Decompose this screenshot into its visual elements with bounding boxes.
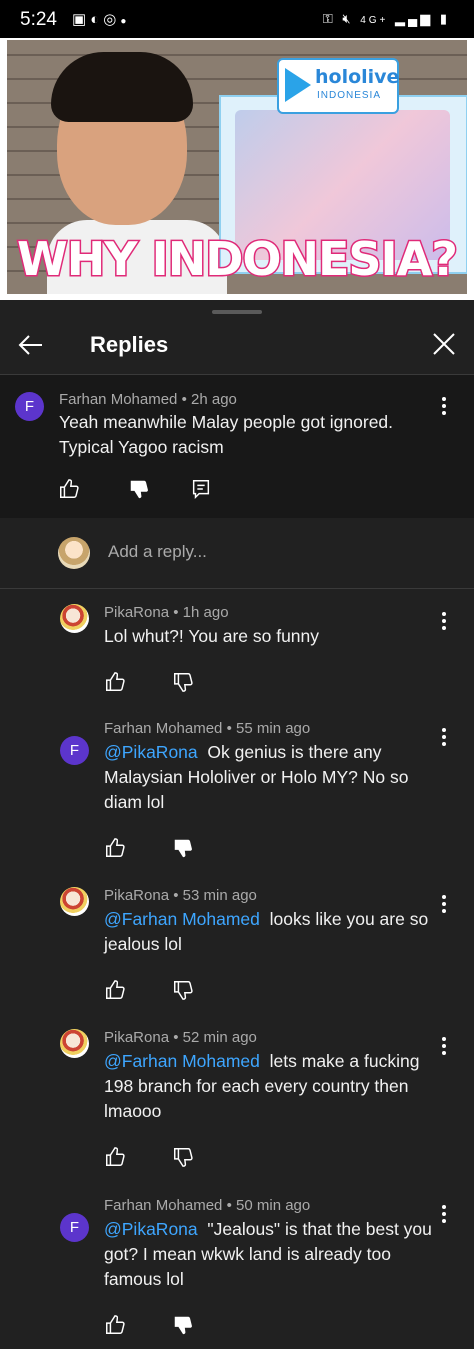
add-reply-input[interactable]: Add a reply... <box>108 542 207 562</box>
play-triangle-icon <box>285 68 311 102</box>
more-options-icon[interactable] <box>442 397 446 418</box>
avatar[interactable] <box>60 887 89 916</box>
like-icon[interactable] <box>104 671 126 693</box>
video-headline: WHY INDONESIA? <box>16 231 460 288</box>
like-icon[interactable] <box>104 1146 126 1168</box>
key-icon: ⚿ <box>322 11 336 26</box>
more-options-icon[interactable] <box>442 1037 446 1058</box>
gallery-icon: ▣ <box>72 11 91 28</box>
parent-comment: F Farhan Mohamed • 2h ago Yeah meanwhile… <box>0 375 474 518</box>
reply-icon[interactable] <box>190 478 212 500</box>
comment-meta: Farhan Mohamed • 55 min ago <box>104 720 310 737</box>
dislike-icon[interactable] <box>128 478 150 500</box>
dislike-icon[interactable] <box>172 979 194 1001</box>
more-options-icon[interactable] <box>442 612 446 633</box>
dislike-icon[interactable] <box>172 671 194 693</box>
mention-link[interactable]: @Farhan Mohamed <box>104 909 260 929</box>
dot-icon: ● <box>120 16 131 27</box>
status-time: 5:24 <box>20 9 57 30</box>
avatar[interactable]: F <box>60 1213 89 1242</box>
comment-author[interactable]: Farhan Mohamed <box>59 391 177 408</box>
meta-separator: • <box>173 1029 179 1046</box>
more-options-icon[interactable] <box>442 895 446 916</box>
status-bar: 5:24 ▣◐◎● ⚿ 🔇︎ 4G+ ▂▄▆ ▮ <box>0 0 474 38</box>
back-arrow-icon[interactable] <box>16 330 46 360</box>
comment-author[interactable]: Farhan Mohamed <box>104 720 222 737</box>
person-hair <box>51 52 193 122</box>
meta-separator: • <box>173 887 179 904</box>
meta-separator: • <box>173 604 179 621</box>
dislike-icon[interactable] <box>172 837 194 859</box>
avatar[interactable]: F <box>60 736 89 765</box>
cloud-icon: ◎ <box>103 11 121 28</box>
avatar[interactable]: F <box>15 392 44 421</box>
mute-icon: 🔇︎ <box>342 11 354 26</box>
avatar <box>58 537 90 569</box>
comment-text: @Farhan Mohamed lets make a fucking 198 … <box>104 1049 434 1124</box>
hololive-logo: hololive INDONESIA <box>277 58 399 114</box>
comment-meta: PikaRona • 53 min ago <box>104 887 257 904</box>
comment-text: Yeah meanwhile Malay people got ignored.… <box>59 412 394 457</box>
comment-body: Lol whut?! You are so funny <box>104 626 320 646</box>
meta-separator: • <box>226 1197 232 1214</box>
comment-text: @Farhan Mohamed looks like you are so je… <box>104 907 434 957</box>
like-icon[interactable] <box>58 478 80 500</box>
replies-sheet: Replies F Farhan Mohamed • 2h ago Yeah m… <box>0 302 474 1349</box>
more-options-icon[interactable] <box>442 1205 446 1226</box>
meta-separator: • <box>226 720 232 737</box>
comment-time: 55 min ago <box>236 720 311 737</box>
comment-meta: PikaRona • 1h ago <box>104 604 229 621</box>
comment-time: 1h ago <box>182 604 229 621</box>
comment-meta: Farhan Mohamed • 2h ago <box>59 391 237 408</box>
close-icon[interactable] <box>430 330 458 358</box>
avatar[interactable] <box>60 1029 89 1058</box>
like-icon[interactable] <box>104 837 126 859</box>
comment-meta: PikaRona • 52 min ago <box>104 1029 257 1046</box>
comment-text: @PikaRona "Jealous" is that the best you… <box>104 1217 434 1292</box>
comment-time: 50 min ago <box>236 1197 311 1214</box>
add-reply-row[interactable]: Add a reply... <box>0 518 474 589</box>
video-frame: hololive INDONESIA WHY INDONESIA? <box>7 40 467 294</box>
avatar[interactable] <box>60 604 89 633</box>
comment-author[interactable]: PikaRona <box>104 604 169 621</box>
comment-meta: Farhan Mohamed • 50 min ago <box>104 1197 310 1214</box>
comment-time: 52 min ago <box>182 1029 257 1046</box>
more-options-icon[interactable] <box>442 728 446 749</box>
comment-author[interactable]: PikaRona <box>104 887 169 904</box>
mention-link[interactable]: @Farhan Mohamed <box>104 1051 260 1071</box>
like-icon[interactable] <box>104 1314 126 1336</box>
mention-link[interactable]: @PikaRona <box>104 742 198 762</box>
comment-author[interactable]: PikaRona <box>104 1029 169 1046</box>
meta-separator: • <box>181 391 187 408</box>
replies-header: Replies <box>0 316 474 375</box>
dislike-icon[interactable] <box>172 1314 194 1336</box>
dislike-icon[interactable] <box>172 1146 194 1168</box>
comment-author[interactable]: Farhan Mohamed <box>104 1197 222 1214</box>
signal-icon: ▂▄▆ <box>395 11 434 26</box>
comment-time: 53 min ago <box>182 887 257 904</box>
4g-icon: 4G+ <box>360 15 389 26</box>
battery-icon: ▮ <box>439 11 450 26</box>
page-title: Replies <box>90 332 169 357</box>
comment-text: Lol whut?! You are so funny <box>104 624 434 649</box>
logo-text: hololive <box>315 66 400 88</box>
system-icons: ⚿ 🔇︎ 4G+ ▂▄▆ ▮ <box>323 11 450 27</box>
notification-icons: ▣◐◎● <box>72 10 130 28</box>
comment-text: @PikaRona Ok genius is there any Malaysi… <box>104 740 434 815</box>
drag-handle[interactable] <box>212 310 262 314</box>
comment-time: 2h ago <box>191 391 237 408</box>
like-icon[interactable] <box>104 979 126 1001</box>
video-thumbnail[interactable]: hololive INDONESIA WHY INDONESIA? <box>0 38 474 300</box>
half-circle-icon: ◐ <box>90 11 104 28</box>
logo-sub: INDONESIA <box>317 90 382 101</box>
mention-link[interactable]: @PikaRona <box>104 1219 198 1239</box>
